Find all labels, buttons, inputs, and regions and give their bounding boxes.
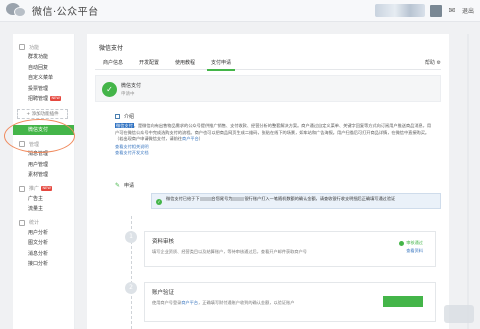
redacted-date [199, 197, 212, 201]
nav-group-stats: 统计 用户分析 图文分析 消息分析 接口分析 [13, 218, 74, 270]
group-title: 管理 [29, 141, 40, 148]
bell-icon[interactable]: ✉ [447, 6, 457, 16]
sidebar: 功能 群发功能 自动回复 自定义菜单 投票管理 招聘管理 NEW + 添加功能插件… [13, 34, 75, 329]
merchant-platform-link[interactable]: 商户平台 [181, 300, 198, 305]
sidebar-item-mass-send[interactable]: 群发功能 [19, 52, 74, 63]
tab-payment-apply[interactable]: 支付申请 [203, 58, 239, 71]
stats-icon [19, 219, 25, 226]
group-title: 功能 [29, 44, 40, 51]
sidebar-item-publisher[interactable]: 流量主 [19, 204, 74, 215]
top-bar: 微信·公众平台 ✉ 退出 [0, 0, 480, 22]
step-desc-a: 使用商户号登录 [152, 300, 182, 305]
group-title: 统计 [29, 220, 40, 226]
main-content: 微信支付 商户信息 开发配置 使用教程 支付申请 帮助 ⚙ ✓ 微信支付 申请中… [87, 34, 449, 329]
step-status: 审核通过 查看资料 [399, 240, 423, 254]
status-title: 微信支付 [121, 83, 142, 89]
account-area: ✉ 退出 [374, 4, 474, 17]
check-circle-icon: ✓ [156, 199, 162, 205]
intro-section: 介绍 微信支付，是微信向有出售物品需求的公众号提供推广销售、支付收款、经营分析的… [115, 113, 435, 157]
intro-text: 微信支付，是微信向有出售物品需求的公众号提供推广销售、支付收款、经营分析的整套解… [115, 123, 435, 143]
account-name-blurred [374, 4, 425, 17]
step-card: 资料审核 填写企业资质、经营类目以及结算账户，等待审核通过后，查看开户邮件获取商… [144, 231, 436, 267]
view-materials-link[interactable]: 查看资料 [399, 248, 423, 254]
sidebar-item-materials[interactable]: 素材管理 [19, 170, 74, 181]
step-desc: 填写企业资质、经营类目以及结算账户，等待审核通过后，查看开户邮件获取商户号 [152, 249, 307, 254]
manage-icon [19, 141, 25, 147]
pay-dev-docs-link[interactable]: 查看支付开发文档 [115, 150, 435, 157]
sidebar-item-messages[interactable]: 消息管理 [19, 149, 74, 160]
wechat-logo[interactable]: 微信·公众平台 [6, 3, 99, 18]
promote-icon [19, 185, 25, 192]
apply-heading: 申请 [124, 183, 135, 189]
gear-icon: ⚙ [436, 60, 441, 66]
wechat-bubble-icon [6, 3, 28, 18]
nav-group-manage: 管理 消息管理 用户管理 素材管理 [13, 139, 74, 181]
step-card: 账户验证 使用商户号登录商户平台，正确填写财付通账户收到的确认金额，以验证账户 [144, 282, 436, 322]
step-number: 2 [125, 282, 137, 294]
tab-dev-config[interactable]: 开发配置 [131, 58, 167, 70]
functions-icon [19, 44, 25, 50]
avatar[interactable] [429, 4, 442, 17]
step-title: 资料审核 [152, 239, 175, 245]
step-number: 1 [125, 231, 137, 243]
step-title: 账户验证 [152, 290, 175, 296]
redacted-account [232, 197, 245, 201]
sidebar-item-api-analysis[interactable]: 接口分析 [19, 259, 74, 270]
intro-heading: 介绍 [124, 114, 135, 120]
notice-text-a: 微信支付已给于下 [166, 196, 200, 201]
status-subtitle: 申请中 [121, 92, 135, 97]
tab-tutorial[interactable]: 使用教程 [167, 58, 203, 70]
group-title: 推广 [29, 186, 40, 192]
nav-group-promote: 推广 NEW 广告主 流量主 [13, 184, 74, 215]
verify-button[interactable] [383, 296, 423, 307]
logout-link[interactable]: 退出 [462, 6, 474, 15]
help-link[interactable]: 帮助 ⚙ [425, 58, 441, 68]
sidebar-item-message-analysis[interactable]: 消息分析 [19, 249, 74, 260]
pen-icon: ✎ [115, 182, 121, 189]
check-circle-icon [399, 240, 405, 246]
wechat-pay-icon: ✓ [102, 82, 117, 97]
merchant-platform-link[interactable]: 商户平台 [182, 136, 199, 141]
new-badge: NEW [41, 186, 53, 191]
page-title: 微信支付 [99, 45, 124, 52]
sidebar-item-article-analysis[interactable]: 图文分析 [19, 238, 74, 249]
notice-text-c: 银行账户打入一笔随机数额的确认金额，请查收银行收支明细后正确填写通过验证 [244, 196, 396, 201]
scrollbar[interactable] [467, 34, 469, 329]
intro-body-tail: ） [198, 136, 203, 141]
intro-body: ，是微信向有出售物品需求的公众号提供推广销售、支付收款、经营分析的整套解决方案。… [115, 123, 432, 141]
sidebar-item-advertiser[interactable]: 广告主 [19, 194, 74, 205]
notice-text-b: 台您尾号为 [211, 196, 233, 201]
sidebar-item-custom-menu[interactable]: 自定义菜单 [19, 73, 74, 84]
intro-highlight: 微信支付 [115, 123, 134, 128]
sidebar-item-vote[interactable]: 投票管理 [19, 84, 74, 95]
sidebar-item-wechat-pay[interactable]: 微信支付 [13, 124, 74, 135]
doc-icon [115, 114, 120, 119]
verification-notice: ✓ 微信支付已给于下 台您尾号为 银行账户打入一笔随机数额的确认金额，请查收银行收支… [151, 193, 441, 209]
tab-merchant-info[interactable]: 商户信息 [95, 58, 131, 70]
apply-heading-row: ✎ 申请 [115, 182, 134, 189]
tab-bar: 商户信息 开发配置 使用教程 支付申请 帮助 ⚙ [95, 58, 441, 71]
new-badge: NEW [50, 96, 62, 101]
add-plugin-button[interactable]: + 添加功能插件 [17, 108, 68, 119]
status-box: ✓ 微信支付 申请中 [95, 75, 441, 102]
app-title: 微信·公众平台 [32, 7, 99, 18]
help-label: 帮助 [424, 60, 435, 66]
status-label: 审核通过 [406, 240, 423, 245]
sidebar-item-auto-reply[interactable]: 自动回复 [19, 63, 74, 74]
sidebar-item-users[interactable]: 用户管理 [19, 160, 74, 171]
sidebar-item-label: 招聘管理 [28, 96, 49, 102]
sidebar-item-recruit[interactable]: 招聘管理 NEW [19, 94, 74, 105]
step-desc-b: ，正确填写财付通账户收到的确认金额，以验证账户 [198, 300, 295, 305]
sidebar-item-user-analysis[interactable]: 用户分析 [19, 228, 74, 239]
watermark [444, 305, 474, 323]
nav-group-functions: 功能 群发功能 自动回复 自定义菜单 投票管理 招聘管理 NEW [13, 42, 74, 105]
